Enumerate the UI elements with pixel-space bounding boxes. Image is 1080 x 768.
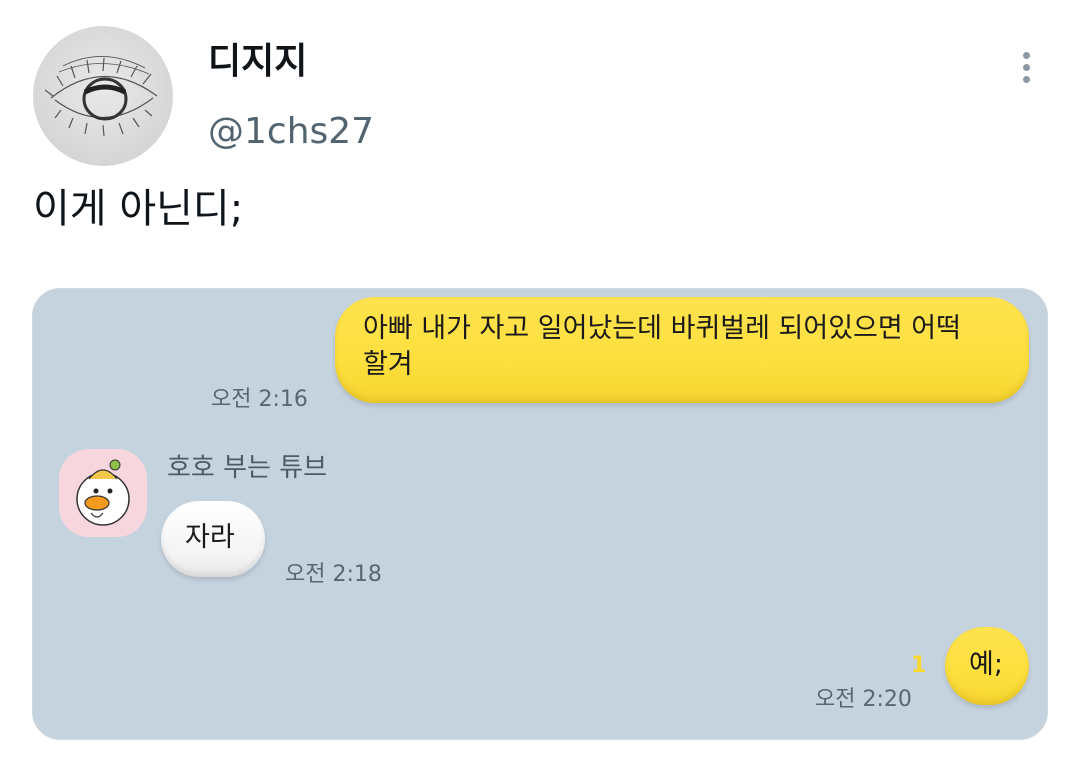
message-text-line: 할겨 xyxy=(363,349,413,380)
tweet-text: 이게 아닌디; xyxy=(33,186,244,232)
more-options-button[interactable] xyxy=(1010,44,1042,90)
message-timestamp: 오전 2:20 xyxy=(815,687,912,712)
friend-name: 호호 부는 튜브 xyxy=(167,453,328,483)
user-handle[interactable]: @1chs27 xyxy=(208,110,374,154)
profile-avatar[interactable] xyxy=(33,26,173,166)
more-vertical-icon-dot xyxy=(1023,64,1030,71)
chat-bubble-received: 자라 xyxy=(161,501,265,577)
eye-sketch-icon xyxy=(44,56,158,137)
message-timestamp: 오전 2:18 xyxy=(285,562,382,587)
chat-bubble-sent: 예; xyxy=(945,627,1029,705)
message-text: 예; xyxy=(969,649,1003,680)
more-vertical-icon xyxy=(1023,52,1030,59)
message-text: 자라 xyxy=(185,522,235,553)
tube-duck-icon xyxy=(76,459,130,526)
chat-bubble-sent: 아빠 내가 자고 일어났는데 바퀴벌레 되어있으면 어떡 할겨 xyxy=(335,297,1029,403)
tweet-media-chat-screenshot[interactable]: 아빠 내가 자고 일어났는데 바퀴벌레 되어있으면 어떡 할겨 오전 2:16 … xyxy=(32,288,1048,740)
unread-count-badge: 1 xyxy=(911,653,927,678)
message-text-line: 아빠 내가 자고 일어났는데 바퀴벌레 되어있으면 어떡 xyxy=(363,313,961,344)
display-name[interactable]: 디지지 xyxy=(208,40,307,84)
message-timestamp: 오전 2:16 xyxy=(211,387,308,412)
friend-avatar xyxy=(59,449,147,537)
more-vertical-icon-dot xyxy=(1023,76,1030,83)
